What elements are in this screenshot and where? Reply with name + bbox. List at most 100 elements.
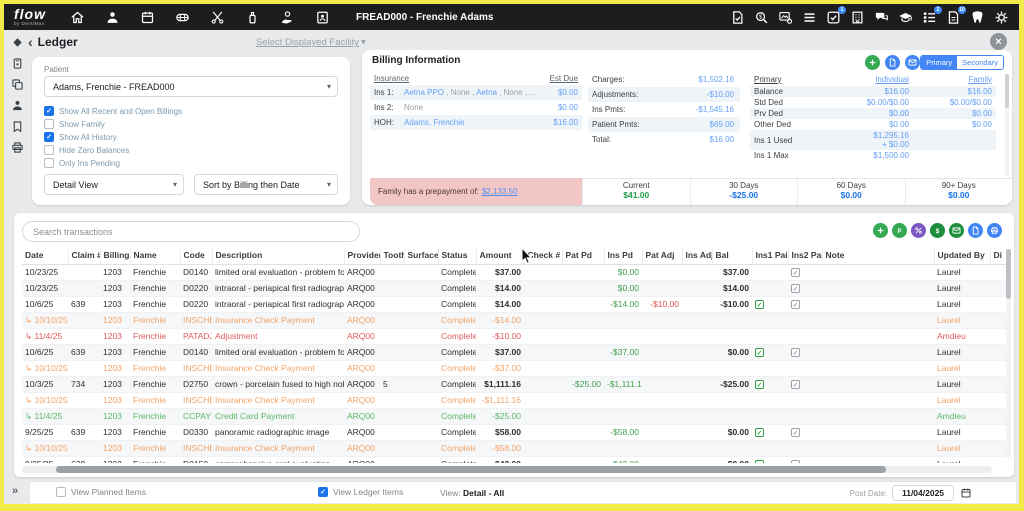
ins1-paid-checkbox[interactable]	[755, 460, 764, 463]
payments-icon[interactable]	[280, 10, 295, 25]
column-header[interactable]: Billing #	[100, 247, 130, 264]
view-ledger-items-checkbox[interactable]: View Ledger Items	[318, 487, 403, 497]
column-header[interactable]: Updated By	[934, 247, 990, 264]
list-icon[interactable]	[802, 10, 817, 25]
view-mode-select[interactable]: Detail View	[44, 174, 184, 195]
ins2-paid-checkbox[interactable]	[791, 268, 800, 277]
print-icon[interactable]	[11, 141, 24, 154]
column-header[interactable]: Code	[180, 247, 212, 264]
expand-sidebar-button[interactable]: »	[12, 485, 18, 497]
benefits-col-primary[interactable]: Primary	[754, 75, 826, 84]
messages-icon[interactable]	[874, 10, 889, 25]
table-row[interactable]: ↳ 10/10/25 1203 Frenchie INSCHECK Insura…	[22, 312, 1008, 328]
column-header[interactable]: Status	[438, 247, 476, 264]
column-header[interactable]: Bal	[712, 247, 752, 264]
benefits-col-individual[interactable]: Individual	[826, 75, 909, 84]
patient-select[interactable]: Adams, Frenchie - FREAD000	[44, 76, 338, 97]
office-icon[interactable]	[850, 10, 865, 25]
column-header[interactable]: Ins Pd	[604, 247, 642, 264]
column-header[interactable]: Date	[22, 247, 68, 264]
insurance-col-header[interactable]: Insurance	[374, 74, 409, 83]
filter-checkbox[interactable]: Show All History	[44, 132, 338, 142]
ins2-paid-checkbox[interactable]	[791, 348, 800, 357]
claims-icon[interactable]	[730, 10, 745, 25]
column-header[interactable]: Ins Adj	[682, 247, 712, 264]
column-header[interactable]: Ins1 Paid	[752, 247, 788, 264]
column-header[interactable]: Pat Adj	[642, 247, 682, 264]
ins2-paid-checkbox[interactable]	[791, 380, 800, 389]
ins1-paid-checkbox[interactable]	[755, 428, 764, 437]
ins1-paid-checkbox[interactable]	[755, 380, 764, 389]
dental-chart-icon[interactable]	[175, 10, 190, 25]
view-planned-items-checkbox[interactable]: View Planned Items	[56, 487, 146, 497]
print-ledger-button[interactable]	[987, 223, 1002, 238]
prepayment-amount-link[interactable]: $2,133.50	[482, 187, 518, 196]
est-due-col-header[interactable]: Est Due	[550, 74, 578, 83]
select-facility-link[interactable]: Select Displayed Facility▾	[256, 37, 366, 48]
fee-search-icon[interactable]	[754, 10, 769, 25]
close-button[interactable]: ×	[990, 33, 1007, 50]
checkbox-icon[interactable]	[44, 106, 54, 116]
calendar-icon[interactable]	[959, 487, 972, 500]
table-row[interactable]: 10/3/25 734 1203 Frenchie D2750 crown - …	[22, 376, 1008, 392]
ins2-paid-checkbox[interactable]	[791, 428, 800, 437]
discount-button[interactable]	[911, 223, 926, 238]
bookmark-icon[interactable]	[11, 120, 24, 133]
filter-checkbox[interactable]: Hide Zero Balances	[44, 145, 338, 155]
id-card-icon[interactable]	[315, 10, 330, 25]
column-header[interactable]: Check #	[524, 247, 562, 264]
schedule-icon[interactable]	[140, 10, 155, 25]
document-button[interactable]	[968, 223, 983, 238]
checkbox-icon[interactable]	[44, 119, 54, 129]
column-header[interactable]: Tooth	[380, 247, 404, 264]
benefits-col-family[interactable]: Family	[909, 75, 992, 84]
insurance-link[interactable]: Adams, Frenchie	[404, 118, 464, 127]
filter-checkbox[interactable]: Show Family	[44, 119, 338, 129]
filter-checkbox[interactable]: Only Ins Pending	[44, 158, 338, 168]
insurance-link[interactable]: Aetna	[476, 88, 497, 97]
rx-icon[interactable]	[245, 10, 260, 25]
column-header[interactable]: Amount	[476, 247, 524, 264]
back-chevron-icon[interactable]: ‹	[28, 36, 33, 48]
table-row[interactable]: 10/6/25 639 1203 Frenchie D0140 limited …	[22, 344, 1008, 360]
add-payment-button[interactable]	[865, 55, 880, 70]
payment-button[interactable]	[892, 223, 907, 238]
checkbox-icon[interactable]	[44, 145, 54, 155]
ins2-paid-checkbox[interactable]	[791, 284, 800, 293]
checkbox-icon[interactable]	[318, 487, 328, 497]
table-row[interactable]: ↳ 11/4/25 1203 Frenchie PATADJ Adjustmen…	[22, 328, 1008, 344]
insurance-link[interactable]: Aetna PPO	[404, 88, 444, 97]
sort-mode-select[interactable]: Sort by Billing then Date	[194, 174, 338, 195]
money-button[interactable]	[930, 223, 945, 238]
settings-icon[interactable]	[994, 10, 1009, 25]
table-row[interactable]: ↳ 11/4/25 1203 Frenchie CCPAY Credit Car…	[22, 408, 1008, 424]
home-icon[interactable]	[70, 10, 85, 25]
perio-icon[interactable]	[970, 10, 985, 25]
horizontal-scrollbar[interactable]	[22, 466, 992, 473]
table-row[interactable]: 9/25/25 639 1203 Frenchie D0150 comprehe…	[22, 456, 1008, 463]
tasks-icon[interactable]: 1	[826, 10, 841, 25]
column-header[interactable]: Name	[130, 247, 180, 264]
vertical-scrollbar[interactable]	[1006, 249, 1011, 459]
column-header[interactable]: Note	[822, 247, 934, 264]
add-transaction-button[interactable]	[873, 223, 888, 238]
vault-icon[interactable]	[11, 57, 24, 70]
column-header[interactable]: Ins2 Paid	[788, 247, 822, 264]
table-row[interactable]: 10/23/25 1203 Frenchie D0140 limited ora…	[22, 264, 1008, 280]
ins1-paid-checkbox[interactable]	[755, 300, 764, 309]
table-row[interactable]: 10/6/25 639 1203 Frenchie D0220 intraora…	[22, 296, 1008, 312]
email-statement-button[interactable]	[905, 55, 920, 70]
ins2-paid-checkbox[interactable]	[791, 300, 800, 309]
checkbox-icon[interactable]	[44, 132, 54, 142]
todo-list-icon[interactable]: 2	[922, 10, 937, 25]
documents-icon[interactable]: 10	[946, 10, 961, 25]
checkbox-icon[interactable]	[44, 158, 54, 168]
training-icon[interactable]	[898, 10, 913, 25]
benefits-scrollbar[interactable]	[1005, 74, 1009, 176]
column-header[interactable]: Surface	[404, 247, 438, 264]
copy-icon[interactable]	[11, 78, 24, 91]
clinical-tools-icon[interactable]	[210, 10, 225, 25]
filter-checkbox[interactable]: Show All Recent and Open Billings	[44, 106, 338, 116]
column-header[interactable]: Provider	[344, 247, 380, 264]
table-row[interactable]: 9/25/25 639 1203 Frenchie D0330 panorami…	[22, 424, 1008, 440]
